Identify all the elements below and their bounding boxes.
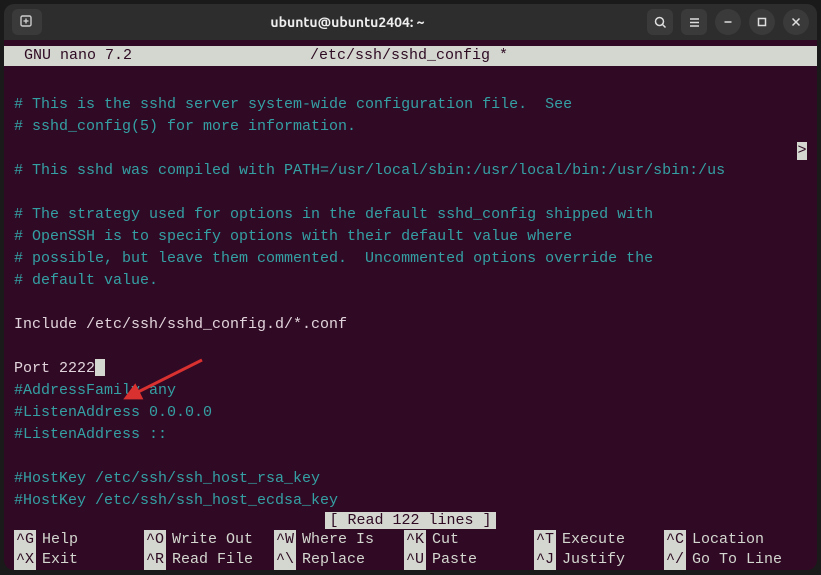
- shortcut-key: ^J: [534, 550, 556, 570]
- editor-line: #HostKey /etc/ssh/ssh_host_rsa_key: [4, 468, 817, 490]
- shortcut-key: ^G: [14, 530, 36, 550]
- editor-line: [4, 72, 817, 94]
- shortcut-key: ^O: [144, 530, 166, 550]
- shortcut-key: ^\: [274, 550, 296, 570]
- shortcut-label: Location: [686, 530, 764, 550]
- editor-line: #AddressFamily any: [4, 380, 817, 402]
- shortcut-label: Write Out: [166, 530, 253, 550]
- nano-shortcut: ^TExecute: [534, 530, 664, 550]
- nano-shortcut: ^RRead File: [144, 550, 274, 570]
- editor-line: # OpenSSH is to specify options with the…: [4, 226, 817, 248]
- nano-status: [ Read 122 lines ]: [4, 512, 817, 530]
- editor-line: [4, 138, 817, 160]
- editor-line: # possible, but leave them commented. Un…: [4, 248, 817, 270]
- nano-shortcut: ^UPaste: [404, 550, 534, 570]
- maximize-button[interactable]: [749, 9, 775, 35]
- editor-line: [4, 446, 817, 468]
- nano-version: GNU nano 7.2: [10, 46, 310, 66]
- nano-shortcut: ^KCut: [404, 530, 534, 550]
- shortcut-key: ^W: [274, 530, 296, 550]
- nano-shortcut: ^GHelp: [14, 530, 144, 550]
- shortcut-label: Paste: [426, 550, 477, 570]
- shortcut-label: Read File: [166, 550, 253, 570]
- close-button[interactable]: [783, 9, 809, 35]
- text-cursor: [95, 359, 105, 376]
- minimize-button[interactable]: [715, 9, 741, 35]
- shortcut-label: Go To Line: [686, 550, 782, 570]
- window-title: ubuntu@ubuntu2404: ~: [48, 14, 647, 30]
- shortcut-label: Where Is: [296, 530, 374, 550]
- new-tab-button[interactable]: [12, 9, 42, 35]
- nano-shortcut: ^/Go To Line: [664, 550, 794, 570]
- editor-line: # sshd_config(5) for more information.: [4, 116, 817, 138]
- editor-line: #ListenAddress ::: [4, 424, 817, 446]
- editor-line: [4, 336, 817, 358]
- menu-button[interactable]: [681, 9, 707, 35]
- editor-line: Port 2222: [4, 358, 817, 380]
- nano-shortcut: ^JJustify: [534, 550, 664, 570]
- shortcut-label: Exit: [36, 550, 78, 570]
- shortcut-row-1: ^GHelp^OWrite Out^WWhere Is^KCut^TExecut…: [4, 530, 817, 550]
- nano-shortcut: ^CLocation: [664, 530, 794, 550]
- shortcut-label: Execute: [556, 530, 625, 550]
- shortcut-label: Help: [36, 530, 78, 550]
- shortcut-key: ^T: [534, 530, 556, 550]
- nano-shortcut: ^\Replace: [274, 550, 404, 570]
- shortcut-key: ^R: [144, 550, 166, 570]
- editor-line: #ListenAddress 0.0.0.0: [4, 402, 817, 424]
- shortcut-key: ^X: [14, 550, 36, 570]
- titlebar-right: [647, 9, 809, 35]
- nano-shortcut: ^XExit: [14, 550, 144, 570]
- line-truncation-marker: >: [797, 142, 807, 160]
- close-icon: [791, 17, 801, 27]
- titlebar-left: [12, 9, 48, 35]
- search-button[interactable]: [647, 9, 673, 35]
- editor-line: # This is the sshd server system-wide co…: [4, 94, 817, 116]
- editor-line: # The strategy used for options in the d…: [4, 204, 817, 226]
- minimize-icon: [723, 17, 733, 27]
- terminal[interactable]: GNU nano 7.2 /etc/ssh/sshd_config * > # …: [4, 40, 817, 570]
- editor-line: [4, 182, 817, 204]
- editor-line: [4, 292, 817, 314]
- nano-filename: /etc/ssh/sshd_config *: [310, 46, 811, 66]
- shortcut-label: Justify: [556, 550, 625, 570]
- shortcut-label: Cut: [426, 530, 459, 550]
- new-tab-icon: [20, 15, 34, 29]
- shortcut-key: ^C: [664, 530, 686, 550]
- window-titlebar: ubuntu@ubuntu2404: ~: [4, 4, 817, 40]
- shortcut-key: ^/: [664, 550, 686, 570]
- hamburger-icon: [688, 16, 701, 29]
- nano-titlebar: GNU nano 7.2 /etc/ssh/sshd_config *: [4, 46, 817, 66]
- editor-line: # This sshd was compiled with PATH=/usr/…: [4, 160, 817, 182]
- shortcut-row-2: ^XExit^RRead File^\Replace^UPaste^JJusti…: [4, 550, 817, 570]
- nano-footer: [ Read 122 lines ] ^GHelp^OWrite Out^WWh…: [4, 512, 817, 570]
- maximize-icon: [757, 17, 767, 27]
- shortcut-key: ^K: [404, 530, 426, 550]
- search-icon: [654, 16, 667, 29]
- nano-shortcut: ^OWrite Out: [144, 530, 274, 550]
- editor-line: #HostKey /etc/ssh/ssh_host_ecdsa_key: [4, 490, 817, 512]
- shortcut-key: ^U: [404, 550, 426, 570]
- editor-body[interactable]: > # This is the sshd server system-wide …: [4, 66, 817, 512]
- shortcut-label: Replace: [296, 550, 365, 570]
- editor-line: # default value.: [4, 270, 817, 292]
- nano-shortcut: ^WWhere Is: [274, 530, 404, 550]
- editor-line: Include /etc/ssh/sshd_config.d/*.conf: [4, 314, 817, 336]
